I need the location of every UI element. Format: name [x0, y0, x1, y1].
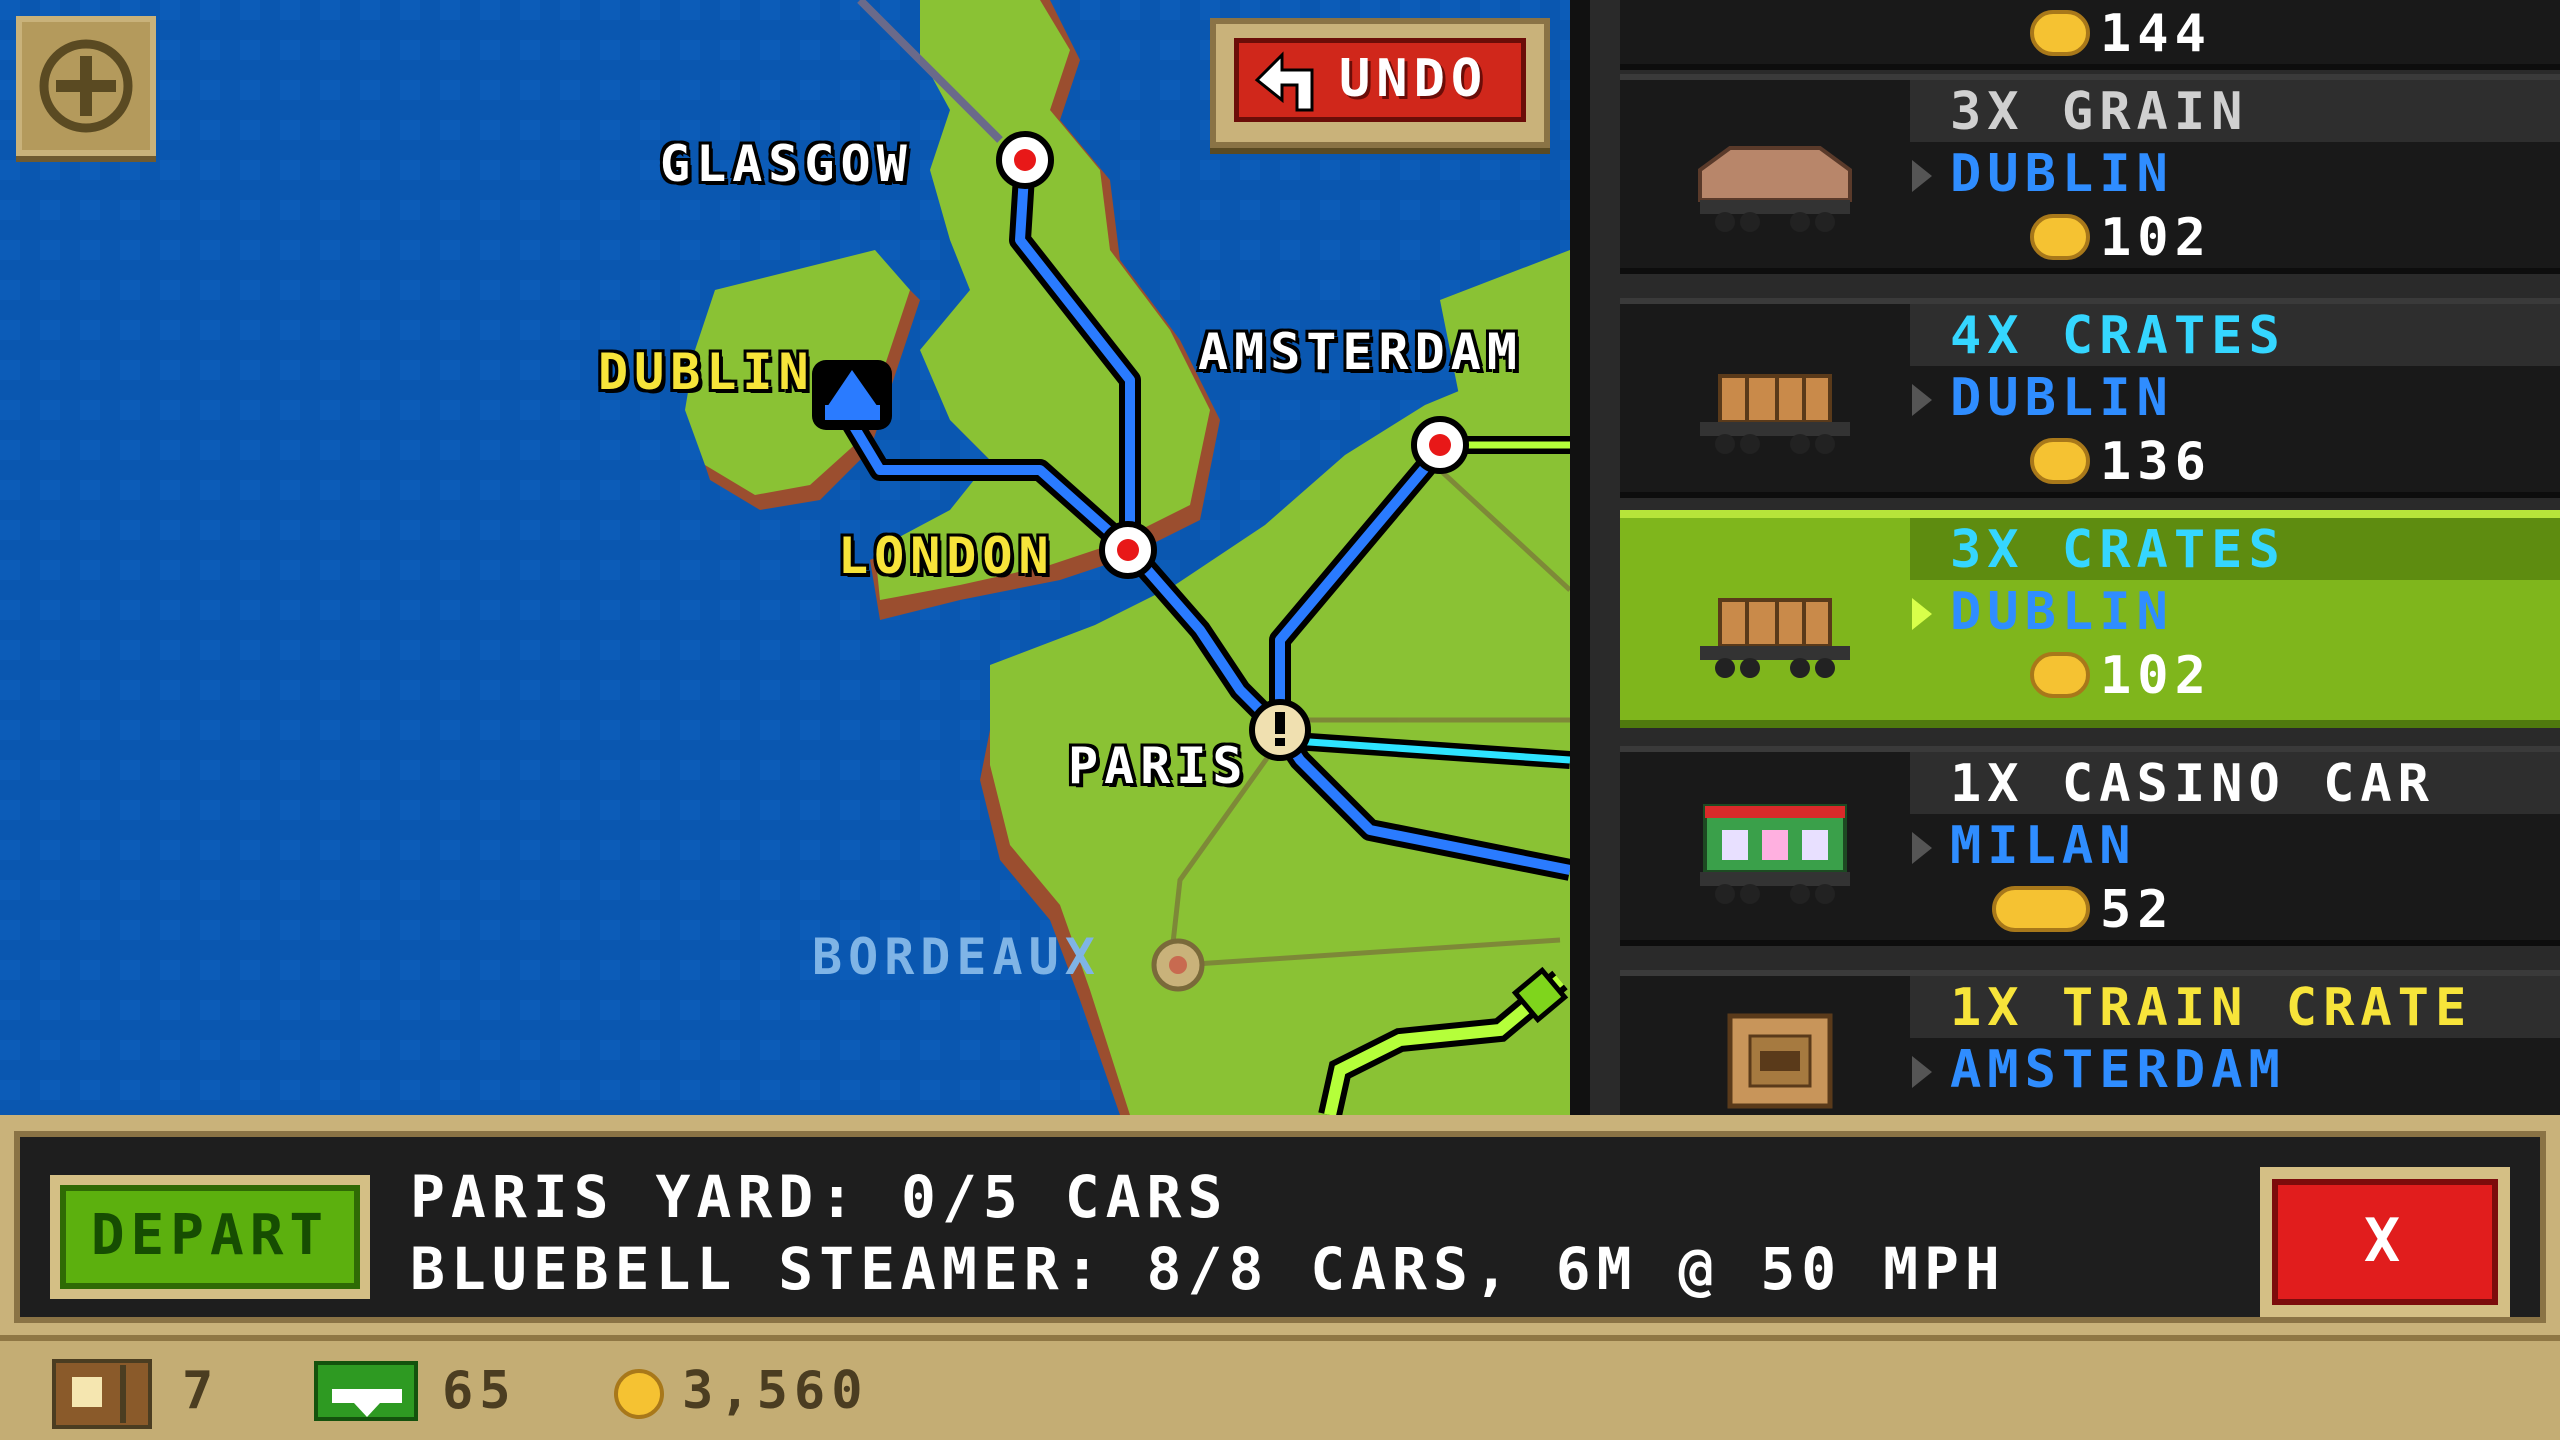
- cargo-quantity: 4X CRATES: [1950, 306, 2286, 366]
- arrow-right-icon: [1912, 384, 1932, 416]
- yard-info: PARIS YARD: 0/5 CARS: [410, 1163, 1229, 1231]
- coin-icon: [2030, 214, 2090, 260]
- arrow-right-icon: [1912, 1056, 1932, 1088]
- crates-car-icon: [1700, 598, 1850, 678]
- arrow-right-icon: [1912, 160, 1932, 192]
- cargo-row-selected[interactable]: 3X CRATES DUBLIN 102: [1620, 510, 2560, 728]
- depart-label: DEPART: [60, 1185, 360, 1289]
- city-label-glasgow: GLASGOW: [660, 135, 913, 193]
- city-label-paris: PARIS: [1068, 737, 1249, 795]
- hopper-car-icon: [1698, 146, 1852, 232]
- cargo-row[interactable]: 1X CASINO CAR MILAN 52: [1620, 746, 2560, 946]
- close-icon: X: [2272, 1179, 2498, 1305]
- cargo-price: 102: [2100, 208, 2212, 268]
- city-label-amsterdam: AMSTERDAM: [1198, 323, 1523, 381]
- cargo-quantity: 3X GRAIN: [1950, 82, 2249, 142]
- cargo-destination: DUBLIN: [1950, 144, 2174, 204]
- cargo-quantity: 3X CRATES: [1950, 520, 2286, 580]
- undo-button[interactable]: UNDO: [1210, 18, 1550, 148]
- crate-count: 7: [182, 1361, 220, 1421]
- train-crate-icon: [1727, 1013, 1833, 1109]
- train-info-bar: DEPART PARIS YARD: 0/5 CARS BLUEBELL STE…: [0, 1115, 2560, 1335]
- close-button[interactable]: X: [2260, 1167, 2510, 1317]
- city-label-bordeaux: BORDEAUX: [812, 928, 1101, 986]
- cargo-panel[interactable]: 144 3X GRAIN DUBLIN 102 4X CRATES DUBLIN…: [1570, 0, 2560, 1115]
- zoom-in-button[interactable]: [16, 16, 156, 156]
- cargo-quantity: 1X CASINO CAR: [1950, 754, 2435, 814]
- cargo-price: 52: [2100, 880, 2175, 940]
- cargo-row[interactable]: 3X GRAIN DUBLIN 102: [1620, 74, 2560, 274]
- crate-counter-icon: [52, 1359, 152, 1429]
- cargo-price: 144: [2100, 4, 2212, 64]
- city-node-paris: [1249, 699, 1311, 761]
- coin-icon: [2030, 652, 2090, 698]
- city-node-bordeaux: [1151, 938, 1205, 992]
- train-info: BLUEBELL STEAMER: 8/8 CARS, 6M @ 50 MPH: [410, 1235, 2006, 1303]
- depart-button[interactable]: DEPART: [50, 1175, 370, 1299]
- map-view[interactable]: GLASGOW DUBLIN AMSTERDAM LONDON PARIS BO…: [0, 0, 1570, 1115]
- cargo-destination: AMSTERDAM: [1950, 1040, 2286, 1100]
- coin-icon: [2030, 10, 2090, 56]
- cargo-price: 102: [2100, 646, 2212, 706]
- coin-icon: [2030, 438, 2090, 484]
- city-node-amsterdam: [1411, 416, 1469, 474]
- arrow-right-icon: [1912, 832, 1932, 864]
- city-label-london: LONDON: [838, 527, 1055, 585]
- cargo-destination: MILAN: [1950, 816, 2137, 876]
- cargo-quantity: 1X TRAIN CRATE: [1950, 978, 2473, 1038]
- city-node-london: [1099, 521, 1157, 579]
- cargo-row[interactable]: 4X CRATES DUBLIN 136: [1620, 298, 2560, 498]
- cargo-price: 136: [2100, 432, 2212, 492]
- status-bar: 7 65 3,560: [0, 1335, 2560, 1440]
- cargo-destination: DUBLIN: [1950, 368, 2174, 428]
- cash-count: 65: [442, 1361, 517, 1421]
- city-node-glasgow: [996, 131, 1054, 189]
- cash-icon: [314, 1361, 418, 1421]
- cargo-row[interactable]: 1X TRAIN CRATE AMSTERDAM: [1620, 970, 2560, 1115]
- arrow-right-icon: [1912, 598, 1932, 630]
- coin-count: 3,560: [682, 1361, 869, 1421]
- undo-label: UNDO: [1339, 49, 1489, 109]
- coin-icon: [614, 1369, 664, 1419]
- cargo-destination: DUBLIN: [1950, 582, 2174, 642]
- cargo-row[interactable]: 144: [1620, 0, 2560, 70]
- plus-icon: [39, 39, 133, 133]
- crates-car-icon: [1700, 374, 1850, 454]
- casino-car-icon: [1700, 804, 1850, 904]
- city-label-dublin: DUBLIN: [598, 343, 815, 401]
- undo-arrow-icon: [1254, 51, 1314, 112]
- coin-stack-icon: [1992, 886, 2090, 932]
- train-marker-dublin: [812, 360, 892, 430]
